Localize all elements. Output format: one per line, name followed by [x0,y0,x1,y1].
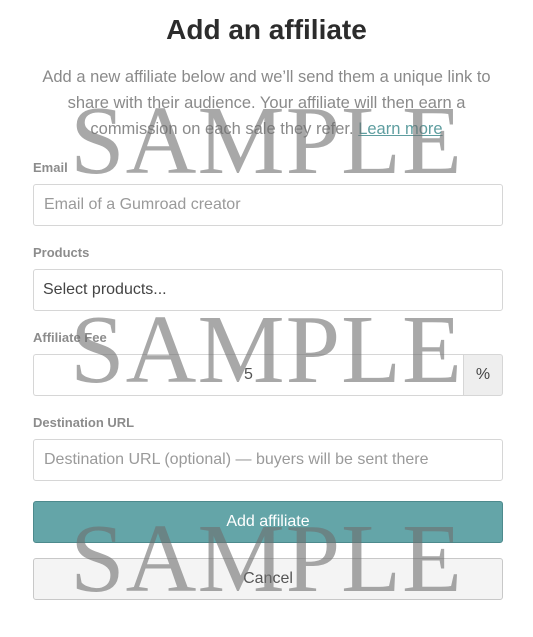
products-label: Products [33,245,90,260]
affiliate-fee-label: Affiliate Fee [33,330,107,345]
modal-description: Add a new affiliate below and we’ll send… [28,64,505,142]
email-field[interactable] [34,185,502,225]
add-affiliate-modal: Add an affiliate Add a new affiliate bel… [0,0,533,637]
percent-suffix: % [463,354,503,396]
destination-url-label: Destination URL [33,415,135,430]
products-select[interactable]: Select products... [33,269,503,311]
destination-url-wrapper [33,439,503,481]
affiliate-fee-input-wrapper [33,354,463,396]
destination-url-input[interactable] [34,440,502,480]
add-affiliate-button[interactable]: Add affiliate [33,501,503,543]
affiliate-fee-group: % [33,354,503,396]
affiliate-fee-input[interactable] [34,355,463,395]
products-select-text: Select products... [43,281,167,298]
cancel-button[interactable]: Cancel [33,558,503,600]
modal-title: Add an affiliate [166,14,367,45]
email-field-wrapper [33,184,503,226]
learn-more-link[interactable]: Learn more [358,120,442,138]
email-label: Email [33,160,68,175]
